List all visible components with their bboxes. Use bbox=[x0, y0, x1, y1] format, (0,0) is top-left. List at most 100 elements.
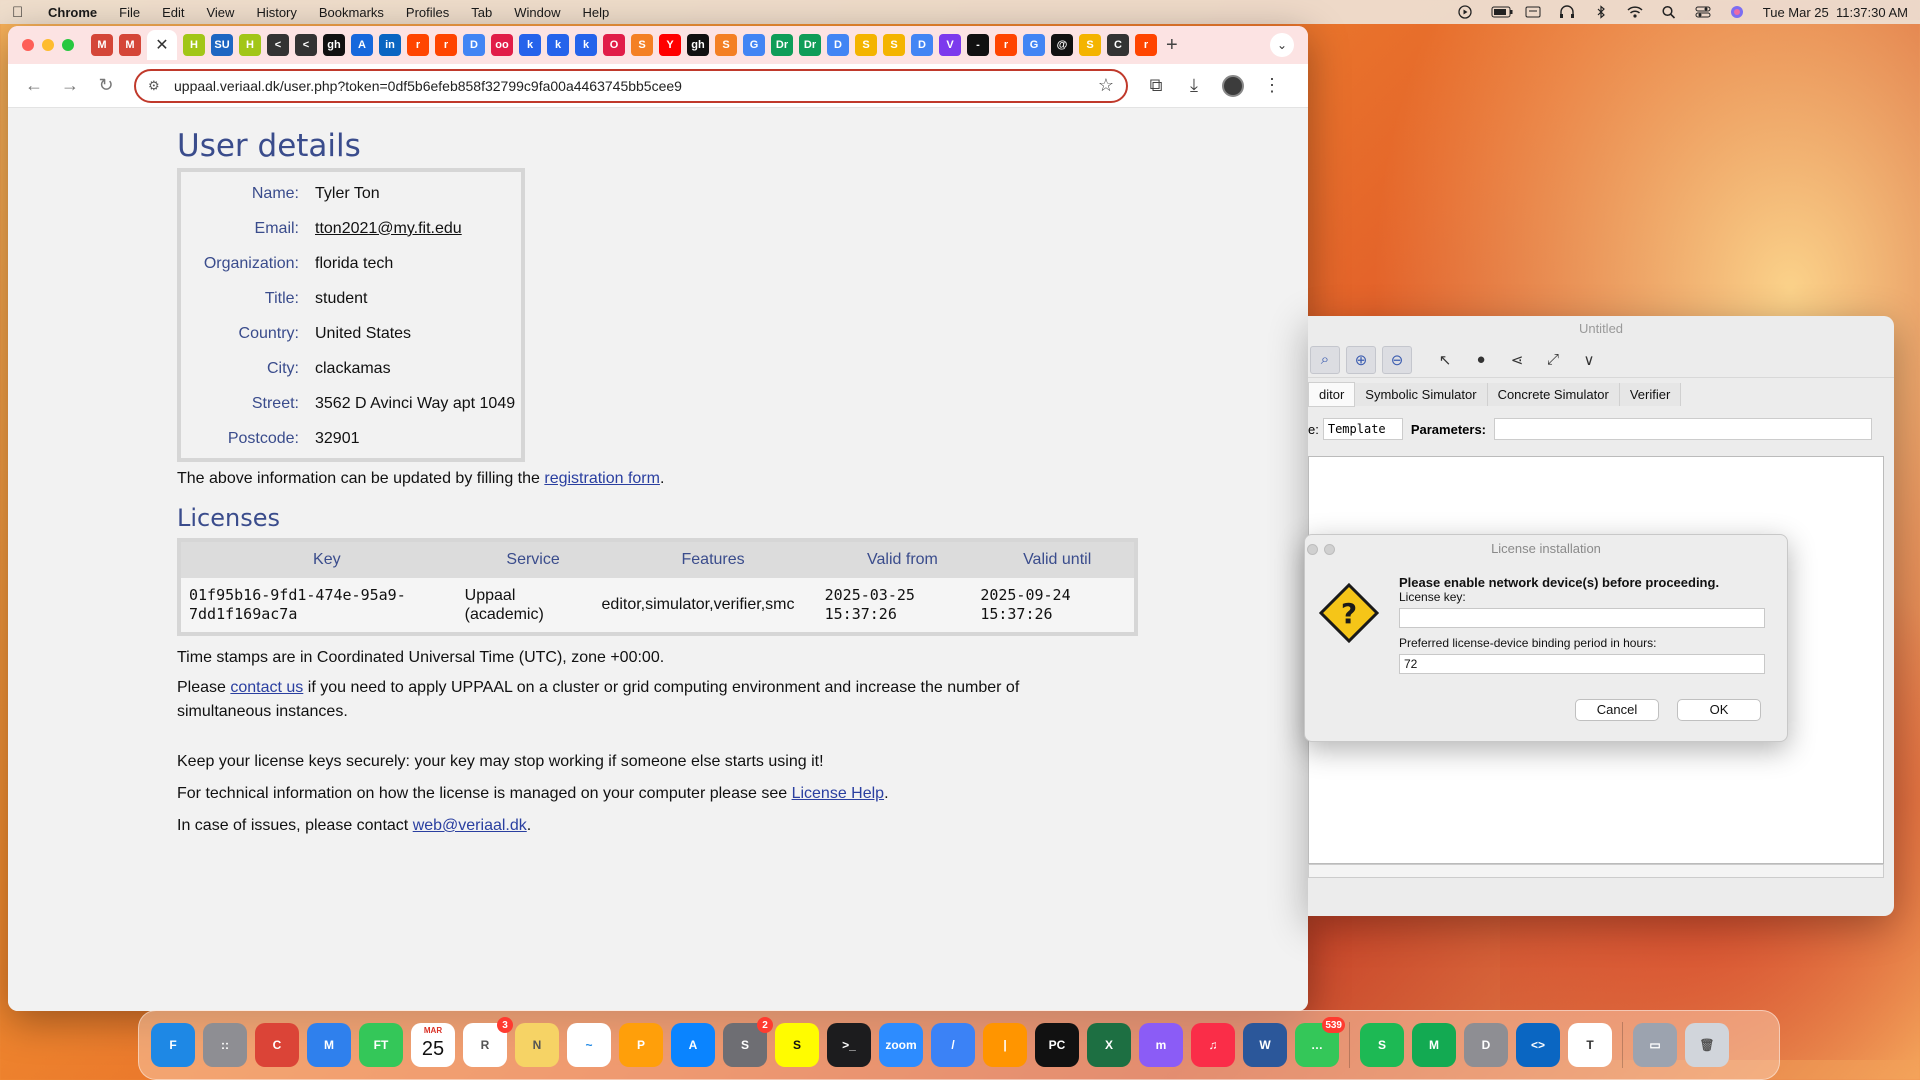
headphones-icon[interactable] bbox=[1559, 5, 1575, 19]
user-email-link[interactable]: tton2021@my.fit.edu bbox=[315, 220, 462, 238]
tab-favicon-icon[interactable]: C bbox=[1107, 34, 1129, 56]
pycharm-icon[interactable]: PC bbox=[1035, 1023, 1079, 1067]
messenger-icon[interactable]: m bbox=[1139, 1023, 1183, 1067]
tab-favicon-icon[interactable]: Dr bbox=[771, 34, 793, 56]
tab-search-icon[interactable]: ⌄ bbox=[1270, 33, 1294, 57]
close-window-button[interactable] bbox=[22, 39, 34, 51]
chrome-icon[interactable]: C bbox=[255, 1023, 299, 1067]
wifi-icon[interactable] bbox=[1627, 5, 1643, 19]
tab-favicon-icon[interactable]: D bbox=[911, 34, 933, 56]
menu-edit[interactable]: Edit bbox=[162, 5, 184, 20]
control-center-icon[interactable] bbox=[1695, 5, 1711, 19]
word-icon[interactable]: W bbox=[1243, 1023, 1287, 1067]
tab-favicon-icon[interactable]: M bbox=[119, 34, 141, 56]
pencil-app-icon[interactable]: / bbox=[931, 1023, 975, 1067]
play-icon[interactable] bbox=[1457, 5, 1473, 19]
tab-favicon-icon[interactable]: SU bbox=[211, 34, 233, 56]
bookmark-star-icon[interactable]: ☆ bbox=[1098, 75, 1114, 96]
close-tab-icon[interactable]: ✕ bbox=[155, 35, 168, 55]
tab-favicon-icon[interactable]: Dr bbox=[799, 34, 821, 56]
add-nail-icon[interactable]: ∨ bbox=[1574, 346, 1604, 374]
tab-favicon-icon[interactable]: O bbox=[603, 34, 625, 56]
calendar-icon[interactable]: MAR 25 bbox=[411, 1023, 455, 1067]
binding-period-input[interactable]: 72 bbox=[1399, 654, 1765, 674]
tab-favicon-icon[interactable]: S bbox=[1079, 34, 1101, 56]
finder-icon[interactable]: F bbox=[151, 1023, 195, 1067]
support-email-link[interactable]: web@veriaal.dk bbox=[413, 817, 527, 834]
select-tool-icon[interactable]: ↖ bbox=[1430, 346, 1460, 374]
display-icon[interactable] bbox=[1525, 5, 1541, 19]
appstore-icon[interactable]: A bbox=[671, 1023, 715, 1067]
site-info-icon[interactable]: ⚙ bbox=[148, 78, 164, 94]
tab-favicon-icon[interactable]: G bbox=[1023, 34, 1045, 56]
tab-favicon-icon[interactable]: M bbox=[91, 34, 113, 56]
terminal-icon[interactable]: >_ bbox=[827, 1023, 871, 1067]
kebab-menu-icon[interactable]: ⋮ bbox=[1262, 75, 1282, 96]
profile-avatar[interactable] bbox=[1222, 74, 1244, 97]
time-machine-icon[interactable]: T bbox=[1568, 1023, 1612, 1067]
tab-favicon-icon[interactable]: < bbox=[295, 34, 317, 56]
tab-favicon-icon[interactable]: A bbox=[351, 34, 373, 56]
freeform-icon[interactable]: ~ bbox=[567, 1023, 611, 1067]
tab-favicon-icon[interactable]: Y bbox=[659, 34, 681, 56]
vscode-icon[interactable]: <> bbox=[1516, 1023, 1560, 1067]
address-bar[interactable]: ⚙ uppaal.veriaal.dk/user.php?token=0df5b… bbox=[134, 68, 1128, 103]
tab-favicon-icon[interactable]: k bbox=[547, 34, 569, 56]
menu-help[interactable]: Help bbox=[583, 5, 610, 20]
tab-favicon-icon[interactable]: r bbox=[435, 34, 457, 56]
dialog-minimize-button[interactable] bbox=[1324, 544, 1335, 555]
system-settings-icon[interactable]: S2 bbox=[723, 1017, 773, 1067]
menu-bookmarks[interactable]: Bookmarks bbox=[319, 5, 384, 20]
tab-verifier[interactable]: Verifier bbox=[1619, 382, 1682, 406]
dialog-close-button[interactable] bbox=[1307, 544, 1318, 555]
tab-favicon-icon[interactable]: gh bbox=[687, 34, 709, 56]
add-edge-icon[interactable]: ⤢ bbox=[1538, 346, 1568, 374]
tab-favicon-icon[interactable]: G bbox=[743, 34, 765, 56]
spotify-icon[interactable]: S bbox=[1360, 1023, 1404, 1067]
tab-favicon-icon[interactable]: k bbox=[575, 34, 597, 56]
license-help-link[interactable]: License Help bbox=[792, 785, 885, 802]
excel-icon[interactable]: X bbox=[1087, 1023, 1131, 1067]
extensions-icon[interactable]: ⧉ bbox=[1146, 75, 1166, 96]
new-tab-button[interactable]: + bbox=[1166, 34, 1178, 57]
tab-editor[interactable]: ditor bbox=[1308, 381, 1356, 407]
bluetooth-icon[interactable] bbox=[1593, 5, 1609, 19]
tab-favicon-icon[interactable]: gh bbox=[323, 34, 345, 56]
tab-favicon-icon[interactable]: r bbox=[995, 34, 1017, 56]
tab-favicon-icon[interactable]: r bbox=[407, 34, 429, 56]
zoom-icon[interactable]: zoom bbox=[879, 1023, 923, 1067]
url-text[interactable]: uppaal.veriaal.dk/user.php?token=0df5b6e… bbox=[174, 78, 1098, 94]
zoom-in-icon[interactable]: ⊕ bbox=[1346, 345, 1376, 374]
tab-favicon-icon[interactable]: - bbox=[967, 34, 989, 56]
tab-favicon-icon[interactable]: H bbox=[239, 34, 261, 56]
maximize-window-button[interactable] bbox=[62, 39, 74, 51]
tab-favicon-icon[interactable]: < bbox=[267, 34, 289, 56]
messages-icon[interactable]: … 539 bbox=[1295, 1017, 1345, 1067]
contact-us-link[interactable]: contact us bbox=[230, 679, 303, 696]
active-tab[interactable]: ✕ bbox=[147, 30, 177, 60]
music-icon[interactable]: ♫ bbox=[1191, 1023, 1235, 1067]
tab-symbolic-simulator[interactable]: Symbolic Simulator bbox=[1355, 382, 1488, 406]
tab-favicon-icon[interactable]: D bbox=[463, 34, 485, 56]
license-key-input[interactable] bbox=[1399, 608, 1765, 628]
menu-view[interactable]: View bbox=[206, 5, 234, 20]
tab-favicon-icon[interactable]: oo bbox=[491, 34, 513, 56]
tab-favicon-icon[interactable]: S bbox=[631, 34, 653, 56]
forward-arrow-icon[interactable]: → bbox=[54, 70, 86, 102]
template-name-input[interactable]: Template bbox=[1322, 418, 1403, 440]
zoom-out-icon[interactable]: ⊖ bbox=[1382, 345, 1412, 374]
siri-icon[interactable] bbox=[1729, 5, 1745, 19]
menu-profiles[interactable]: Profiles bbox=[406, 5, 449, 20]
menu-clock[interactable]: Tue Mar 25 11:37:30 AM bbox=[1763, 5, 1908, 20]
tab-favicon-icon[interactable]: S bbox=[715, 34, 737, 56]
spotlight-search-icon[interactable] bbox=[1661, 5, 1677, 19]
ok-button[interactable]: OK bbox=[1677, 699, 1761, 721]
battery-icon[interactable] bbox=[1491, 5, 1513, 19]
tab-favicon-icon[interactable]: H bbox=[183, 34, 205, 56]
facetime-icon[interactable]: FT bbox=[359, 1023, 403, 1067]
tab-concrete-simulator[interactable]: Concrete Simulator bbox=[1487, 382, 1620, 406]
launchpad-icon[interactable]: :: bbox=[203, 1023, 247, 1067]
tab-favicon-icon[interactable]: in bbox=[379, 34, 401, 56]
zoom-fit-icon[interactable]: ⌕ bbox=[1310, 345, 1340, 374]
menu-window[interactable]: Window bbox=[514, 5, 560, 20]
